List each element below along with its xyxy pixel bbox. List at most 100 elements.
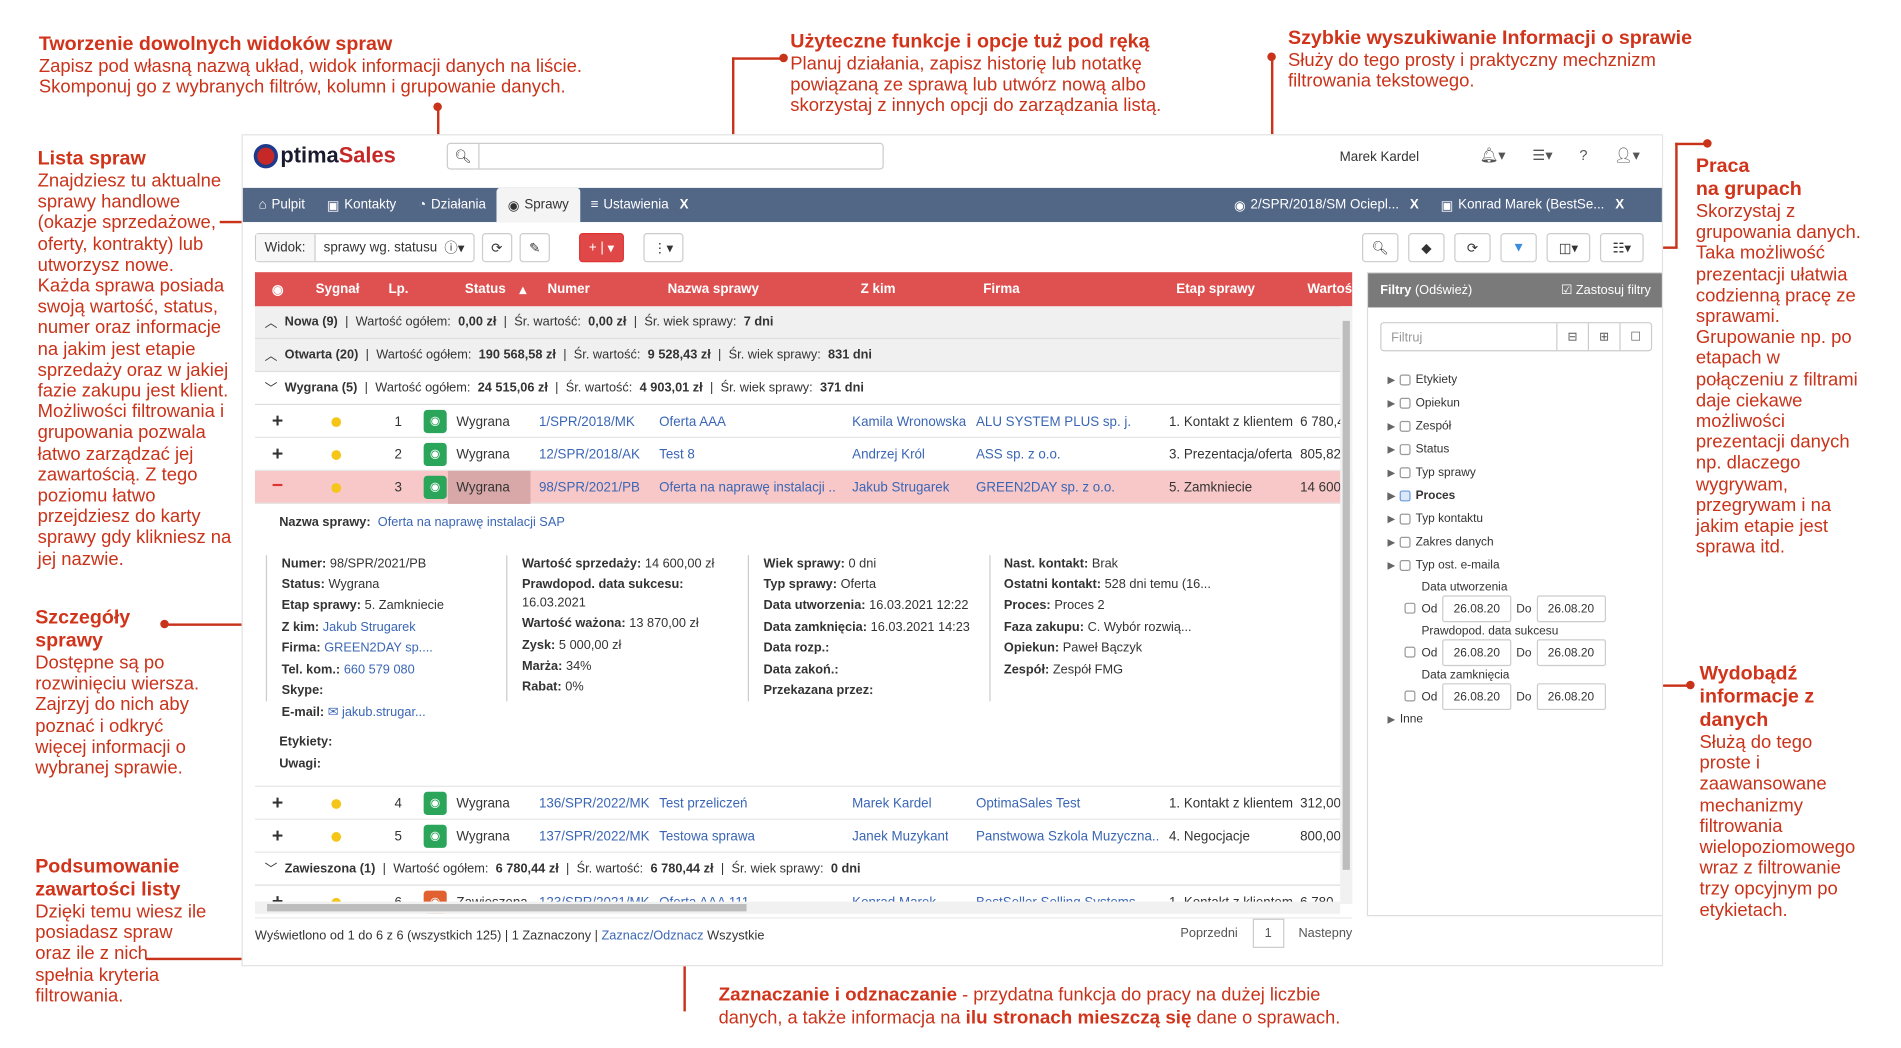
row-case-number[interactable]: 98/SPR/2021/PB xyxy=(539,481,640,496)
checkbox[interactable] xyxy=(1399,559,1411,571)
column-header[interactable]: Lp. xyxy=(388,282,408,297)
checkbox[interactable] xyxy=(1404,690,1416,702)
expand-row-button[interactable]: + xyxy=(272,793,283,815)
detail-value[interactable]: GREEN2DAY sp.... xyxy=(324,641,433,656)
date-from-input[interactable]: 26.08.20 xyxy=(1442,639,1512,667)
collapse-icon[interactable]: ︿ xyxy=(265,346,278,364)
table-row-selected[interactable]: − 3 ◉ Wygrana 98/SPR/2021/PB Oferta na n… xyxy=(254,470,1353,504)
row-company[interactable]: ASS sp. z o.o. xyxy=(976,448,1061,463)
date-to-input[interactable]: 26.08.20 xyxy=(1536,639,1606,667)
tab-open-case[interactable]: ◉ 2/SPR/2018/SM Ociepl... X xyxy=(1223,188,1430,222)
info-icon[interactable]: ⓘ▾ xyxy=(444,238,464,258)
expand-icon[interactable]: ﹀ xyxy=(265,379,278,397)
filter-item[interactable]: ▶ Typ sprawy xyxy=(1388,466,1476,479)
close-tab-button[interactable]: X xyxy=(1410,198,1419,213)
grouping-button[interactable]: ☷▾ xyxy=(1599,233,1644,263)
toggle-select-link[interactable]: Zaznacz/Odznacz xyxy=(602,928,704,943)
caret-right-icon[interactable]: ▶ xyxy=(1388,421,1395,432)
date-from-input[interactable]: 26.08.20 xyxy=(1442,683,1512,711)
next-page-button[interactable]: Nastepny xyxy=(1298,926,1352,941)
filter-item[interactable]: ▶ Etykiety xyxy=(1388,373,1458,386)
tab-open-contact[interactable]: ▣ Konrad Marek (BestSe... X xyxy=(1430,188,1635,222)
checkbox[interactable] xyxy=(1399,536,1411,548)
user-icon[interactable]: 👤︎▾ xyxy=(1614,146,1640,163)
row-case-number[interactable]: 136/SPR/2022/MK xyxy=(539,797,650,812)
tab-pulpit[interactable]: ⌂ Pulpit xyxy=(248,188,316,222)
group-row[interactable]: ﹀ Wygrana (5) | Wartość ogółem: 24 515,06 zł… xyxy=(254,372,1353,406)
detail-value[interactable]: 660 579 080 xyxy=(344,662,415,677)
date-from-input[interactable]: 26.08.20 xyxy=(1442,595,1512,623)
tab-sprawy[interactable]: ◉ Sprawy xyxy=(496,187,580,223)
row-contact[interactable]: Kamila Wronowska xyxy=(852,415,966,430)
column-header[interactable]: Nazwa sprawy xyxy=(668,282,759,297)
row-company[interactable]: GREEN2DAY sp. z o.o. xyxy=(976,481,1115,496)
table-row[interactable]: + 1 ◉ Wygrana 1/SPR/2018/MK Oferta AAA K… xyxy=(254,405,1353,438)
row-case-name[interactable]: Test przeliczeń xyxy=(659,797,747,812)
row-contact[interactable]: Andrzej Król xyxy=(852,448,925,463)
page-number[interactable]: 1 xyxy=(1252,918,1284,948)
collapse-all-icon[interactable]: ⊟ xyxy=(1556,323,1588,351)
caret-right-icon[interactable]: ▶ xyxy=(1388,537,1395,548)
collapse-row-button[interactable]: − xyxy=(272,476,283,498)
row-company[interactable]: ALU SYSTEM PLUS sp. j. xyxy=(976,415,1131,430)
apply-filters-button[interactable]: ☑ Zastosuj filtry xyxy=(1561,283,1651,298)
horizontal-scrollbar[interactable] xyxy=(254,901,1341,914)
checkbox[interactable] xyxy=(1399,444,1411,456)
caret-right-icon[interactable]: ▶ xyxy=(1388,514,1395,525)
close-tab-button[interactable]: X xyxy=(680,198,689,213)
row-case-number[interactable]: 137/SPR/2022/MK xyxy=(539,830,650,845)
checkbox[interactable] xyxy=(1399,467,1411,479)
filter-button[interactable]: ▼ xyxy=(1500,233,1537,263)
refresh-button[interactable]: ⟳ xyxy=(1454,233,1491,263)
checkbox[interactable] xyxy=(1404,602,1416,614)
group-row[interactable]: ﹀ Zawieszona (1) | Wartość ogółem: 6 780,44 … xyxy=(254,852,1353,886)
help-icon[interactable]: ? xyxy=(1579,146,1587,163)
checkbox[interactable] xyxy=(1404,646,1416,658)
row-case-name[interactable]: Oferta na naprawę instalacji ... xyxy=(659,481,835,496)
filter-placeholder[interactable]: Filtruj xyxy=(1381,323,1556,350)
global-search[interactable]: 🔍︎ xyxy=(446,142,884,170)
view-select[interactable]: sprawy wg. statusu ⓘ▾ xyxy=(315,234,473,261)
caret-right-icon[interactable]: ▶ xyxy=(1388,375,1395,386)
more-options-button[interactable]: ⋮▾ xyxy=(643,233,683,263)
row-case-name[interactable]: Oferta AAA xyxy=(659,415,726,430)
column-header[interactable]: Wartoś xyxy=(1307,282,1352,297)
bell-icon[interactable]: 🔔︎▾ xyxy=(1480,146,1506,163)
column-header[interactable]: Firma xyxy=(983,282,1019,297)
row-contact[interactable]: Janek Muzykant xyxy=(852,830,948,845)
caret-right-icon[interactable]: ▶ xyxy=(1388,444,1395,455)
table-row[interactable]: + 4 ◉ Wygrana 136/SPR/2022/MK Test przel… xyxy=(254,787,1353,820)
search-button[interactable]: 🔍︎ xyxy=(1362,233,1399,263)
tab-ustawienia[interactable]: ≡ Ustawienia X xyxy=(580,188,700,222)
collapse-icon[interactable]: ︿ xyxy=(265,313,278,331)
clear-icon[interactable]: ☐ xyxy=(1619,323,1651,351)
expand-all-icon[interactable]: ⊞ xyxy=(1587,323,1620,351)
close-tab-button[interactable]: X xyxy=(1615,198,1624,213)
edit-view-button[interactable]: ✎ xyxy=(519,233,550,263)
search-icon[interactable]: 🔍︎ xyxy=(448,143,480,169)
refresh-view-button[interactable]: ⟳ xyxy=(481,233,513,263)
row-case-number[interactable]: 1/SPR/2018/MK xyxy=(539,415,635,430)
filter-item[interactable]: ▶ Opiekun xyxy=(1388,397,1460,410)
row-case-name[interactable]: Test 8 xyxy=(659,448,695,463)
user-name[interactable]: Marek Kardel xyxy=(1340,150,1419,165)
checkbox[interactable] xyxy=(1399,490,1411,502)
caret-right-icon[interactable]: ▶ xyxy=(1388,714,1395,725)
search-input[interactable] xyxy=(479,144,882,168)
app-logo[interactable]: ptima Sales xyxy=(253,143,396,169)
columns-button[interactable]: ◫▾ xyxy=(1546,233,1591,263)
date-to-input[interactable]: 26.08.20 xyxy=(1536,595,1606,623)
filters-refresh-link[interactable]: (Odśwież) xyxy=(1415,283,1472,298)
group-row[interactable]: ︿ Nowa (9) | Wartość ogółem: 0,00 zł | Śr. war… xyxy=(254,306,1353,340)
column-header[interactable]: Z kim xyxy=(861,282,896,297)
row-case-number[interactable]: 12/SPR/2018/AK xyxy=(539,448,640,463)
tab-kontakty[interactable]: ▣ Kontakty xyxy=(316,188,407,222)
menu-icon[interactable]: ☰▾ xyxy=(1532,146,1552,163)
group-row[interactable]: ︿ Otwarta (20) | Wartość ogółem: 190 568,58 … xyxy=(254,339,1353,373)
checkbox[interactable] xyxy=(1399,513,1411,525)
cube-button[interactable]: ◆ xyxy=(1408,233,1445,263)
tab-dzialania[interactable]: ◔ Działania xyxy=(407,188,497,222)
expand-row-button[interactable]: + xyxy=(272,444,283,466)
column-header[interactable]: Status xyxy=(465,282,506,297)
checkbox[interactable] xyxy=(1399,397,1411,409)
